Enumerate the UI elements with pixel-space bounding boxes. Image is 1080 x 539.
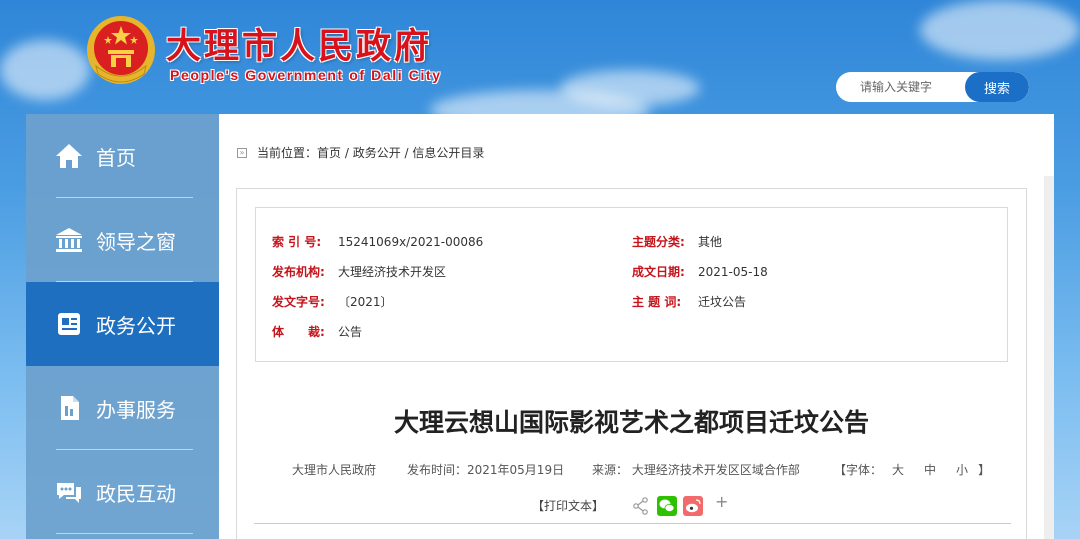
document-icon	[61, 396, 79, 420]
cloud-decoration	[560, 70, 700, 106]
national-emblem-icon	[87, 16, 155, 84]
search-button[interactable]: 搜索	[965, 72, 1029, 102]
article-author: 大理市人民政府	[292, 463, 377, 477]
breadcrumb-link-catalog[interactable]: 信息公开目录	[412, 144, 484, 161]
meta-label: 成文日期:	[632, 265, 685, 279]
search-box: 搜索	[836, 72, 1029, 102]
meta-label: 索 引 号:	[272, 235, 322, 249]
meta-label: 体 裁:	[272, 325, 325, 339]
more-share-button[interactable]: +	[715, 492, 728, 511]
metadata-table: 索 引 号: 15241069x/2021-00086 主题分类: 其他 发布机构:…	[255, 207, 1008, 362]
bank-icon	[56, 228, 82, 252]
sidebar-item-government-affairs[interactable]: 政务公开	[26, 282, 219, 366]
article-container: 索 引 号: 15241069x/2021-00086 主题分类: 其他 发布机构:…	[236, 188, 1027, 539]
wechat-icon[interactable]	[657, 496, 677, 516]
font-size-prefix: 【字体：	[834, 463, 883, 477]
sidebar-nav: 首页 领导之窗 政务公开 办事服务 政民互动	[26, 114, 219, 539]
meta-value: 〔2021〕	[338, 295, 393, 309]
home-icon	[56, 144, 82, 168]
article-publish-time: 发布时间：2021年05月19日	[407, 463, 565, 477]
article-source: 来源： 大理经济技术开发区区域合作部	[592, 463, 800, 477]
meta-docno: 发文字号: 〔2021〕	[272, 293, 393, 310]
breadcrumb-link-affairs[interactable]: 政务公开	[353, 144, 401, 161]
sidebar-item-label: 办事服务	[96, 397, 176, 422]
meta-date: 成文日期: 2021-05-18	[632, 263, 768, 280]
cloud-decoration	[920, 0, 1080, 60]
sidebar-item-label: 政务公开	[96, 313, 176, 338]
breadcrumb: » 当前位置： 首页 / 政务公开 / 信息公开目录	[237, 144, 484, 161]
print-button[interactable]: 【打印文本】	[532, 497, 604, 514]
font-size-medium-button[interactable]: 中	[924, 463, 936, 477]
meta-index: 索 引 号: 15241069x/2021-00086	[272, 233, 483, 250]
share-toolbar: 【打印文本】 +	[237, 492, 1026, 516]
font-size-large-button[interactable]: 大	[892, 463, 904, 477]
sidebar-item-services[interactable]: 办事服务	[26, 366, 219, 450]
profile-card-icon	[58, 313, 80, 335]
meta-value: 大理经济技术开发区	[338, 265, 447, 279]
sidebar-item-label: 首页	[96, 145, 136, 170]
scrollbar[interactable]	[1044, 176, 1054, 539]
meta-value: 其他	[698, 235, 723, 249]
font-size-small-button[interactable]: 小	[956, 463, 968, 477]
meta-label: 发文字号:	[272, 295, 325, 309]
divider	[254, 523, 1011, 524]
sidebar-item-home[interactable]: 首页	[26, 114, 219, 198]
breadcrumb-prefix: 当前位置：	[257, 146, 318, 160]
sidebar-item-label: 政民互动	[96, 481, 176, 506]
meta-category: 主题分类: 其他	[632, 233, 722, 250]
chat-icon	[57, 483, 81, 503]
weibo-icon[interactable]	[683, 496, 703, 516]
site-subtitle: People's Government of Dali City	[170, 67, 442, 83]
meta-label: 主题分类:	[632, 235, 685, 249]
font-size-controls: 【字体： 大 中 小】	[834, 461, 990, 478]
breadcrumb-arrow-icon: »	[237, 147, 247, 158]
main-content: » 当前位置： 首页 / 政务公开 / 信息公开目录 索 引 号: 1524106…	[219, 114, 1054, 539]
share-icon[interactable]	[631, 496, 651, 516]
breadcrumb-link-home[interactable]: 首页	[317, 144, 341, 161]
sidebar-item-interaction[interactable]: 政民互动	[26, 450, 219, 534]
sidebar-item-leadership[interactable]: 领导之窗	[26, 198, 219, 282]
meta-value: 2021-05-18	[698, 265, 768, 279]
meta-value: 公告	[338, 325, 363, 339]
site-title: 大理市人民政府	[166, 26, 433, 67]
divider	[56, 533, 193, 534]
sidebar-item-label: 领导之窗	[96, 229, 176, 254]
article-title: 大理云想山国际影视艺术之都项目迁坟公告	[393, 408, 869, 437]
cloud-decoration	[0, 40, 90, 100]
meta-label: 主 题 词:	[632, 295, 682, 309]
meta-subject: 主 题 词: 迁坟公告	[632, 293, 746, 310]
meta-value: 迁坟公告	[698, 295, 747, 309]
breadcrumb-separator: /	[341, 145, 353, 160]
search-input[interactable]	[836, 72, 966, 102]
meta-label: 发布机构:	[272, 265, 325, 279]
breadcrumb-separator: /	[400, 145, 413, 160]
meta-publisher: 发布机构: 大理经济技术开发区	[272, 263, 446, 280]
meta-genre: 体 裁: 公告	[272, 323, 362, 340]
meta-value: 15241069x/2021-00086	[338, 235, 484, 249]
font-size-suffix: 】	[978, 463, 991, 477]
